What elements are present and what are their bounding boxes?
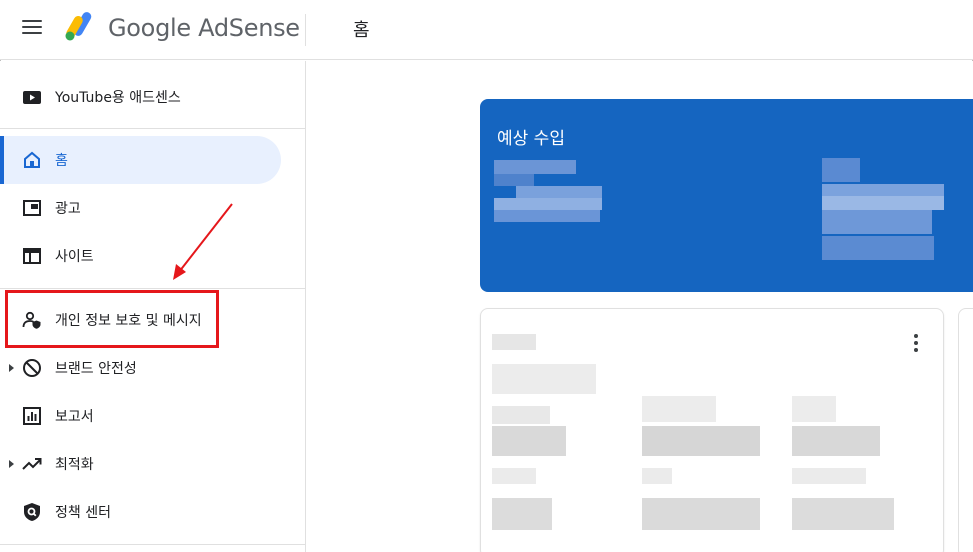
active-indicator xyxy=(0,136,4,184)
product-name[interactable]: Google AdSense xyxy=(108,14,300,42)
sidebar-divider xyxy=(0,128,305,129)
header-divider xyxy=(305,14,306,46)
sidebar-item-label: YouTube용 애드센스 xyxy=(55,90,181,106)
block-icon xyxy=(23,359,41,377)
blurred-value xyxy=(492,426,566,456)
blurred-value xyxy=(492,468,536,484)
blurred-value xyxy=(492,364,596,394)
blurred-value xyxy=(822,158,860,182)
sidebar-item-label: 정책 센터 xyxy=(55,505,111,521)
blurred-value xyxy=(642,396,716,422)
blurred-value xyxy=(822,210,932,234)
blurred-value xyxy=(492,406,550,424)
blurred-value xyxy=(642,498,760,530)
policy-shield-icon xyxy=(24,503,40,521)
reports-icon xyxy=(23,407,41,425)
sidebar-item-brand-safety[interactable]: 브랜드 안전성 xyxy=(0,344,281,392)
sidebar-item-policy-center[interactable]: 정책 센터 xyxy=(0,488,281,536)
blurred-value xyxy=(822,236,934,260)
menu-icon[interactable] xyxy=(22,20,42,36)
blurred-value xyxy=(492,334,536,350)
sidebar-item-reports[interactable]: 보고서 xyxy=(0,392,281,440)
sidebar-item-label: 브랜드 안전성 xyxy=(55,361,137,377)
blurred-value xyxy=(792,468,866,484)
sidebar-item-optimization[interactable]: 최적화 xyxy=(0,440,281,488)
expand-caret-icon[interactable] xyxy=(9,364,14,372)
earnings-card-title: 예상 수입 xyxy=(497,129,565,149)
sidebar-item-home[interactable]: 홈 xyxy=(0,136,281,184)
sidebar-item-label: 광고 xyxy=(55,201,81,217)
blurred-value xyxy=(792,396,836,422)
ads-icon xyxy=(23,200,41,216)
blurred-value xyxy=(642,426,760,456)
sidebar-item-label: 보고서 xyxy=(55,409,94,425)
blurred-value xyxy=(492,498,552,530)
annotation-arrow-icon xyxy=(173,203,233,280)
blurred-value xyxy=(494,210,600,222)
sidebar-divider xyxy=(0,544,305,545)
blurred-value xyxy=(822,196,944,210)
sidebar-divider xyxy=(0,288,305,289)
adsense-logo-icon xyxy=(65,12,92,41)
blurred-value xyxy=(494,160,576,174)
blurred-value xyxy=(494,174,534,186)
blurred-value xyxy=(494,198,602,210)
expand-caret-icon[interactable] xyxy=(9,460,14,468)
sidebar-item-label: 최적화 xyxy=(55,457,94,473)
sidebar-item-label: 사이트 xyxy=(55,249,94,265)
trending-up-icon xyxy=(22,458,42,470)
blurred-value xyxy=(792,498,894,530)
annotation-highlight-box xyxy=(5,290,219,348)
performance-card-partial xyxy=(958,308,973,552)
top-app-bar: Google AdSense 홈 xyxy=(0,0,973,60)
blurred-value xyxy=(822,184,944,196)
more-options-icon[interactable] xyxy=(911,334,921,354)
blurred-value xyxy=(516,186,602,198)
blurred-value xyxy=(792,426,880,456)
blurred-value xyxy=(642,468,672,484)
youtube-icon xyxy=(23,91,41,104)
sidebar-item-label: 홈 xyxy=(55,153,68,169)
page-title: 홈 xyxy=(353,20,370,41)
home-icon xyxy=(24,151,40,168)
sites-icon xyxy=(23,248,41,264)
sidebar-item-youtube[interactable]: YouTube용 애드센스 xyxy=(0,73,281,121)
